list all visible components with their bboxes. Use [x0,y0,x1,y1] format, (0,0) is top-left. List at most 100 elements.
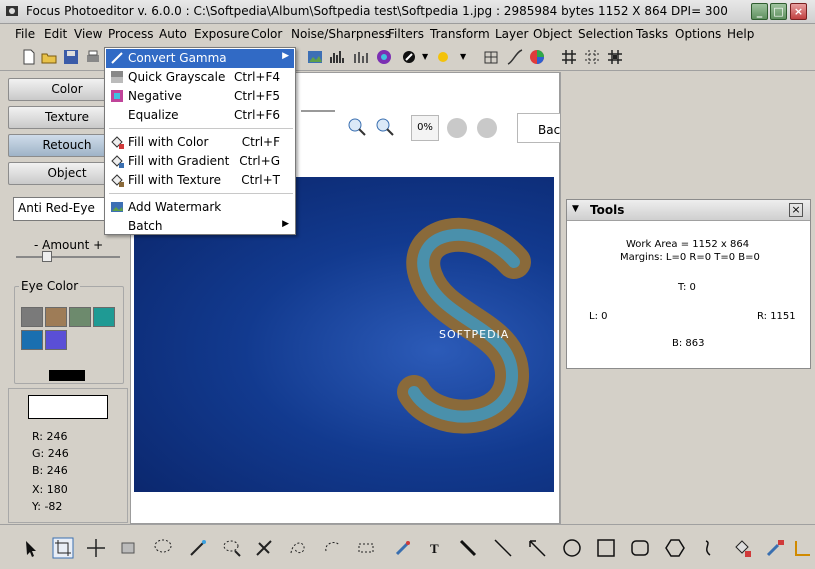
menu-item-quick-grayscale[interactable]: Quick Grayscale Ctrl+F4 [106,68,294,87]
image-icon[interactable] [306,48,324,66]
new-file-icon[interactable] [20,48,38,66]
menu-noise-sharpness[interactable]: Noise/Sharpness [291,27,391,41]
color-wheel-icon[interactable] [528,48,546,66]
current-eye-color [49,370,85,381]
collapse-icon[interactable]: ▼ [572,204,579,214]
eye-color-swatch[interactable] [45,307,67,327]
arrow-icon[interactable] [526,537,548,559]
menu-view[interactable]: View [74,27,102,41]
menu-item-label: Negative [128,89,182,103]
print-icon[interactable] [84,48,102,66]
ellipse-select-icon[interactable] [321,537,343,559]
menu-item-shortcut: Ctrl+G [239,154,280,168]
circle-tool-icon[interactable] [400,48,418,66]
eye-color-swatch[interactable] [93,307,115,327]
readout-b: B: 246 [32,464,68,477]
bucket-icon[interactable] [731,537,753,559]
menu-auto[interactable]: Auto [159,27,187,41]
menu-edit[interactable]: Edit [44,27,67,41]
zoom-slider[interactable] [301,110,335,112]
menu-transform[interactable]: Transform [430,27,490,41]
close-button[interactable]: × [790,3,807,20]
menu-item-fill-with-texture[interactable]: Fill with Texture Ctrl+T [106,171,294,190]
dotted-grid-icon[interactable] [583,48,601,66]
pointer-icon[interactable] [20,537,42,559]
color-balance-icon[interactable] [375,48,393,66]
forward-nav-icon[interactable] [477,118,497,138]
left-margin: L: 0 [589,311,608,322]
paint-icon[interactable] [764,537,786,559]
negative-icon [111,90,123,102]
text-icon[interactable]: T [424,537,446,559]
circle-icon[interactable] [561,537,583,559]
eye-color-swatch[interactable] [69,307,91,327]
menu-item-fill-with-gradient[interactable]: Fill with Gradient Ctrl+G [106,152,294,171]
app-icon [6,6,18,16]
eye-color-swatch[interactable] [21,307,43,327]
dropdown-arrow-icon-2[interactable]: ▼ [460,52,466,61]
close-icon[interactable]: × [789,203,803,217]
menu-filters[interactable]: Filters [388,27,424,41]
menu-item-convert-gamma[interactable]: Convert Gamma ▶ [106,49,294,68]
curve-adjust-icon[interactable] [506,48,524,66]
menu-selection[interactable]: Selection [578,27,633,41]
levels-icon[interactable] [352,48,370,66]
zoom-1to1-icon[interactable] [347,117,367,137]
fill-color-icon [111,136,124,149]
eye-color-swatch[interactable] [21,330,43,350]
maximize-button[interactable]: □ [770,3,787,20]
menu-tasks[interactable]: Tasks [636,27,668,41]
crop-icon[interactable] [52,537,74,559]
menu-item-batch[interactable]: Batch ▶ [106,217,294,236]
back-nav-icon[interactable] [447,118,467,138]
move-icon[interactable] [85,537,107,559]
menu-item-add-watermark[interactable]: Add Watermark [106,198,294,217]
menu-item-negative[interactable]: Negative Ctrl+F5 [106,87,294,106]
open-folder-icon[interactable] [40,48,58,66]
menu-process[interactable]: Process [108,27,154,41]
eye-color-swatch[interactable] [45,330,67,350]
zoom-fit-icon[interactable] [375,117,395,137]
eyedropper-icon[interactable] [392,537,414,559]
menu-file[interactable]: File [15,27,35,41]
menu-item-equalize[interactable]: Equalize Ctrl+F6 [106,106,294,125]
curve-icon[interactable] [698,537,720,559]
menu-object[interactable]: Object [533,27,572,41]
menu-options[interactable]: Options [675,27,721,41]
brightness-icon[interactable] [434,48,452,66]
dropdown-arrow-icon[interactable]: ▼ [422,52,428,61]
grid-icon[interactable] [560,48,578,66]
line-icon[interactable] [492,537,514,559]
brush-lasso-icon[interactable] [221,537,243,559]
menu-layer[interactable]: Layer [495,27,528,41]
pen-icon[interactable] [457,537,479,559]
rounded-rect-icon[interactable] [629,537,651,559]
menu-item-label: Fill with Texture [128,173,222,187]
rect-select-icon[interactable] [356,537,378,559]
rectangle-icon[interactable] [595,537,617,559]
axis-icon[interactable] [792,537,814,559]
freehand-icon[interactable] [287,537,309,559]
minimize-button[interactable]: _ [751,3,768,20]
fill-texture-icon [111,174,124,187]
magic-wand-icon[interactable] [187,537,209,559]
lasso-icon[interactable] [152,537,174,559]
amount-slider[interactable] [16,256,120,258]
histogram-icon[interactable] [328,48,346,66]
amount-slider-thumb[interactable] [42,251,52,262]
window-title: Focus Photoeditor v. 6.0.0 : C:\Softpedi… [26,4,728,18]
save-icon[interactable] [62,48,80,66]
menu-color[interactable]: Color [251,27,282,41]
clone-icon[interactable] [253,537,275,559]
menu-item-fill-with-color[interactable]: Fill with Color Ctrl+F [106,133,294,152]
hexagon-icon[interactable] [664,537,686,559]
readout-y: Y: -82 [32,500,63,513]
svg-text:T: T [430,541,439,556]
guides-icon[interactable] [606,48,624,66]
menu-item-shortcut: Ctrl+F4 [234,70,280,84]
crop-grid-icon[interactable] [482,48,500,66]
eraser-icon[interactable] [117,537,139,559]
menu-exposure[interactable]: Exposure [194,27,250,41]
menu-help[interactable]: Help [727,27,754,41]
background-button[interactable]: Bac [517,113,561,143]
